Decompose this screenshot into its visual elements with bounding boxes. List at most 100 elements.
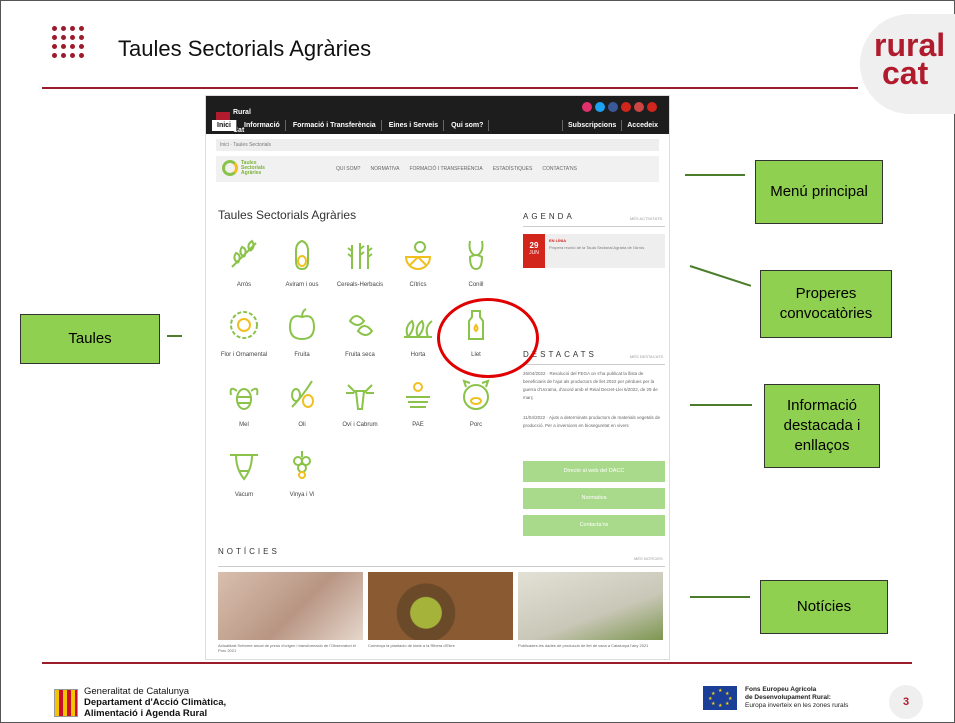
contactans-button[interactable]: Contacta'ns [523, 515, 665, 536]
site-topbar: Rural Cat Inici Informació Formació i Tr… [206, 96, 669, 134]
news-image-kiwis[interactable] [368, 572, 513, 640]
news-caption-3[interactable]: Publicades les dades de producció de lle… [518, 643, 663, 648]
news-image-pigs[interactable] [218, 572, 363, 640]
nav-inici[interactable]: Inici [212, 120, 238, 131]
submenu-qui-som[interactable]: QUI SOM? [336, 166, 360, 172]
agenda-item[interactable]: 29 JUN EN LÍNIA Propera reunió de la Tau… [523, 234, 665, 268]
footer-divider [42, 662, 912, 664]
youtube-icon[interactable] [621, 102, 631, 112]
nut-icon [348, 315, 374, 336]
news-caption-1[interactable]: Actualitzat l'informe anual de preus d'o… [218, 643, 363, 653]
menu-connector-line [685, 174, 745, 176]
noticies-title: NOTÍCIES [218, 547, 280, 556]
agenda-description: Propera reunió de la Taula Sectorial Agr… [549, 245, 645, 250]
noticies-more-link[interactable]: MÉS NOTÍCIES [634, 556, 663, 561]
normativa-button[interactable]: Normativa [523, 488, 665, 509]
taula-pae[interactable]: PAE [390, 376, 446, 428]
taula-mel[interactable]: Mel [216, 376, 272, 428]
taula-label: Cereals-Herbacis [336, 282, 384, 288]
sun-field-icon [406, 382, 430, 408]
gencat-department-2: Alimentació i Agenda Rural [84, 708, 208, 719]
callout-taules: Taules [20, 314, 160, 364]
taula-cereals[interactable]: Cereals-Herbacis [332, 236, 388, 288]
informacio-connector-line [690, 404, 752, 406]
destacats-divider [523, 364, 665, 365]
callout-menu-principal: Menú principal [755, 160, 883, 224]
taula-arros[interactable]: Arròs [216, 236, 272, 288]
noticies-divider [218, 566, 665, 567]
cloud-icon[interactable] [647, 102, 657, 112]
taula-label: Flor i Ornamental [220, 352, 268, 358]
site-logo[interactable]: Rural Cat [216, 101, 251, 137]
taula-label: Oví i Cabrum [342, 422, 378, 428]
instagram-icon[interactable] [582, 102, 592, 112]
taula-ovi[interactable]: Oví i Cabrum [332, 376, 388, 428]
agenda-divider [523, 226, 665, 227]
taula-fruita[interactable]: Fruita [274, 306, 330, 358]
pig-icon [462, 379, 490, 410]
taula-flor[interactable]: Flor i Ornamental [216, 306, 272, 358]
nav-qui-som[interactable]: Qui som? [446, 120, 490, 131]
submenu: QUI SOM? NORMATIVA FORMACIÓ I TRANSFERÈN… [336, 166, 577, 172]
nav-eines[interactable]: Eines i Serveis [384, 120, 445, 131]
apple-icon [288, 308, 316, 341]
dacc-web-button[interactable]: Directe al web del DACC [523, 461, 665, 482]
agenda-text: EN LÍNIA Propera reunió de la Taula Sect… [549, 238, 659, 250]
citrus-icon [404, 241, 432, 270]
nav-subscripcions[interactable]: Subscripcions [562, 120, 621, 131]
nav-formacio[interactable]: Formació i Transferència [288, 120, 382, 131]
gencat-name: Generalitat de Catalunya [84, 686, 190, 697]
taules-logo[interactable]: Taules Sectorials Agràries [222, 160, 271, 176]
taula-citrics[interactable]: Cítrics [390, 236, 446, 288]
sub-navigation: Taules Sectorials Agràries QUI SOM? NORM… [216, 156, 659, 182]
taula-label: Arròs [236, 282, 252, 288]
flower-icon [230, 311, 258, 339]
taula-vacum[interactable]: Vacum [216, 446, 272, 498]
submenu-normativa[interactable]: NORMATIVA [370, 166, 399, 172]
facebook-icon[interactable] [608, 102, 618, 112]
email-icon[interactable] [634, 102, 644, 112]
destacat-item-2[interactable]: 11/04/2022 · Ajuts a determinats product… [523, 414, 665, 430]
nav-accedeix[interactable]: Accedeix [621, 120, 663, 131]
twitter-icon[interactable] [595, 102, 605, 112]
vegetables-icon [404, 319, 433, 338]
olive-icon [291, 380, 314, 408]
callout-properes-convocatories: Properes convocatòries [760, 270, 892, 338]
noticies-connector-line [690, 596, 750, 598]
feader-line-2: de Desenvolupament Rural: [745, 694, 831, 701]
news-caption-2[interactable]: Comença la plantació de kiwis a la Riber… [368, 643, 513, 648]
site-brand-line1: Rural [233, 109, 251, 116]
gencat-department-1: Departament d'Acció Climàtica, [84, 697, 227, 708]
agenda-more-link[interactable]: MÉS ACTIVITATS [630, 216, 662, 221]
taula-conill[interactable]: Conill [448, 236, 504, 288]
nav-informacio[interactable]: Informació [239, 120, 286, 131]
callout-noticies: Notícies [760, 580, 888, 634]
news-image-milk[interactable] [518, 572, 663, 640]
rabbit-icon [468, 240, 484, 271]
taula-aviram[interactable]: Aviram i ous [274, 236, 330, 288]
bee-icon [229, 387, 259, 410]
submenu-contactans[interactable]: CONTACTA'NS [542, 166, 577, 172]
taula-fruita-seca[interactable]: Fruita seca [332, 306, 388, 358]
taula-label: PAE [412, 422, 424, 428]
logo-text-cat: cat [882, 55, 929, 91]
taula-label: Conill [468, 282, 484, 288]
taula-label: Horta [410, 352, 426, 358]
taules-ring-icon [222, 160, 238, 176]
taula-label: Mel [239, 422, 249, 428]
destacats-more-link[interactable]: MÉS DESTACATS [630, 354, 663, 359]
grapes-icon [293, 451, 311, 479]
taula-label: Fruita seca [345, 352, 375, 358]
destacat-item-1[interactable]: 26/04/2022 · Resolució del FEGA on s'ha … [523, 370, 665, 402]
website-screenshot: Rural Cat Inici Informació Formació i Tr… [205, 95, 670, 660]
rice-icon [231, 239, 257, 268]
taula-label: Vacum [234, 492, 254, 498]
callout-informacio-destacada: Informació destacada i enllaços [764, 384, 880, 468]
submenu-formacio[interactable]: FORMACIÓ I TRANSFERÈNCIA [409, 166, 482, 172]
submenu-estadistiques[interactable]: ESTADÍSTIQUES [493, 166, 533, 172]
taula-porc[interactable]: Porc [448, 376, 504, 428]
agenda-day: 29 [529, 241, 539, 250]
taula-label: Vinya i Vi [289, 492, 315, 498]
taula-vinya[interactable]: Vinya i Vi [274, 446, 330, 498]
taula-oli[interactable]: Oli [274, 376, 330, 428]
